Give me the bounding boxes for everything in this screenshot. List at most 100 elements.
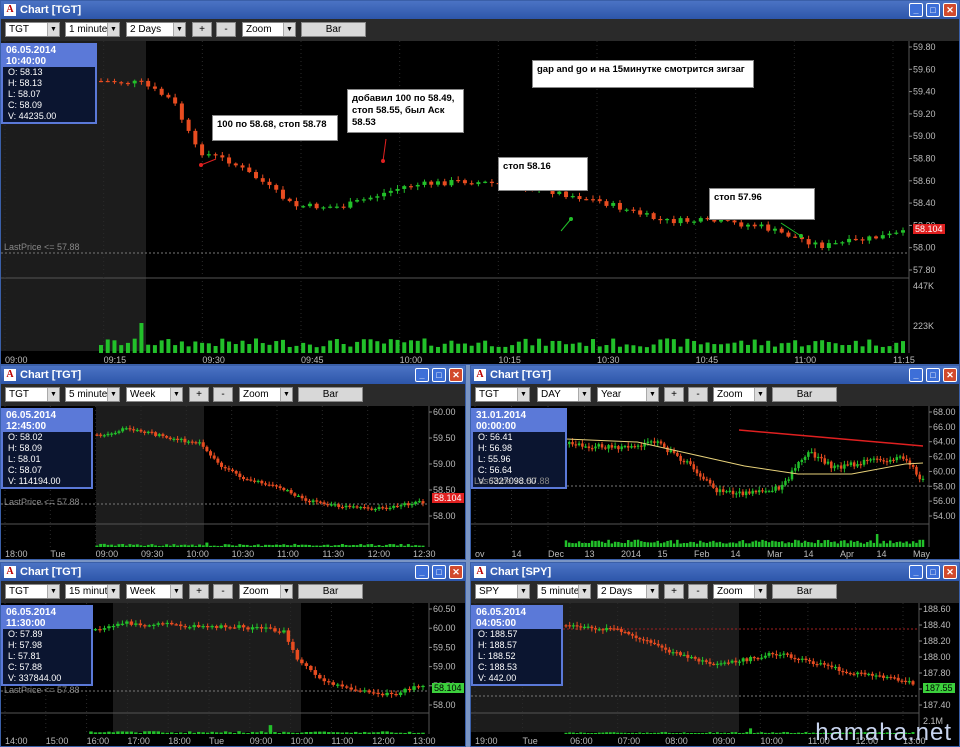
candle xyxy=(183,438,187,443)
window-titlebar[interactable]: A Chart [SPY] _ □ ✕ xyxy=(471,563,959,581)
window-titlebar[interactable]: A Chart [TGT] _ □ ✕ xyxy=(1,1,959,19)
interval-select[interactable]: 5 minutes ▼ xyxy=(65,387,120,402)
window-titlebar[interactable]: A Chart [TGT] _ □ ✕ xyxy=(471,366,959,384)
candle xyxy=(760,657,764,659)
candle xyxy=(822,663,826,665)
symbol-select[interactable]: TGT ▼ xyxy=(475,387,530,402)
interval-select[interactable]: 1 minute ▼ xyxy=(65,22,120,37)
zoom-in-button[interactable]: + xyxy=(189,584,209,599)
symbol-select[interactable]: TGT ▼ xyxy=(5,387,60,402)
zoom-out-button[interactable]: - xyxy=(213,584,233,599)
zoom-in-button[interactable]: + xyxy=(192,22,212,37)
maximize-icon[interactable]: □ xyxy=(926,565,940,579)
candle xyxy=(271,484,275,486)
zoom-select[interactable]: Zoom ▼ xyxy=(242,22,296,37)
last-price-label: LastPrice <= 57.88 xyxy=(4,242,80,252)
candle xyxy=(307,203,312,207)
maximize-icon[interactable]: □ xyxy=(432,368,446,382)
candle xyxy=(686,654,690,658)
zoom-select[interactable]: Zoom ▼ xyxy=(713,584,767,599)
chart-style-button[interactable]: Bar xyxy=(772,584,837,599)
candle xyxy=(882,460,885,462)
chart-style-button[interactable]: Bar xyxy=(298,584,363,599)
candle xyxy=(574,444,578,446)
volume-bar xyxy=(268,725,273,734)
close-icon[interactable]: ✕ xyxy=(943,565,957,579)
interval-select[interactable]: DAY ▼ xyxy=(537,387,591,402)
zoom-select[interactable]: Zoom ▼ xyxy=(713,387,767,402)
close-icon[interactable]: ✕ xyxy=(449,368,463,382)
candle xyxy=(678,218,683,224)
candle xyxy=(675,652,679,654)
minimize-icon[interactable]: _ xyxy=(909,3,923,17)
candle xyxy=(205,626,210,628)
range-select[interactable]: Year ▼ xyxy=(597,387,659,402)
range-select[interactable]: Week ▼ xyxy=(126,584,183,599)
chart-style-button[interactable]: Bar xyxy=(772,387,837,402)
volume-bar xyxy=(679,543,682,547)
candle xyxy=(349,687,353,690)
zoom-out-button[interactable]: - xyxy=(688,387,708,402)
volume-bar xyxy=(429,345,434,353)
range-select[interactable]: Week ▼ xyxy=(126,387,183,402)
volume-bar xyxy=(121,543,125,547)
candle xyxy=(638,210,643,215)
zoom-select[interactable]: Zoom ▼ xyxy=(239,584,293,599)
minimize-icon[interactable]: _ xyxy=(909,565,923,579)
range-select[interactable]: 2 Days ▼ xyxy=(126,22,186,37)
zoom-in-button[interactable]: + xyxy=(664,387,684,402)
candle xyxy=(833,465,836,469)
volume-bar xyxy=(633,539,637,547)
zoom-out-button[interactable]: - xyxy=(213,387,233,402)
y-tick-label: 58.00 xyxy=(433,700,456,710)
symbol-select[interactable]: TGT ▼ xyxy=(5,584,60,599)
maximize-icon[interactable]: □ xyxy=(926,368,940,382)
x-tick-label: 12:00 xyxy=(372,736,395,746)
candle xyxy=(804,658,808,661)
volume-bar xyxy=(150,544,154,547)
candle xyxy=(826,243,831,248)
volume-bar xyxy=(111,732,116,734)
price-chart[interactable]: 59.80 59.60 59.40 59.20 59.00 58.80 58.60 58.40… xyxy=(1,41,959,365)
y-tick-label: 58.00 xyxy=(933,481,956,491)
candle xyxy=(594,628,598,630)
candle xyxy=(617,446,620,450)
minimize-icon[interactable]: _ xyxy=(415,565,429,579)
volume-bar xyxy=(344,544,348,547)
candle xyxy=(384,507,388,509)
volume-bar xyxy=(435,346,440,353)
volume-bar xyxy=(800,733,804,734)
zoom-out-button[interactable]: - xyxy=(216,22,236,37)
zoom-select[interactable]: Zoom ▼ xyxy=(239,387,293,402)
volume-bar xyxy=(820,340,825,353)
volume-bar xyxy=(631,345,636,353)
window-titlebar[interactable]: A Chart [TGT] _ □ ✕ xyxy=(1,366,465,384)
zoom-out-button[interactable]: - xyxy=(688,584,708,599)
zoom-in-button[interactable]: + xyxy=(189,387,209,402)
candle xyxy=(893,677,897,679)
range-select[interactable]: 2 Days ▼ xyxy=(597,584,659,599)
close-icon[interactable]: ✕ xyxy=(943,3,957,17)
candle xyxy=(296,495,300,497)
interval-select[interactable]: 5 minutes ▼ xyxy=(537,584,591,599)
minimize-icon[interactable]: _ xyxy=(909,368,923,382)
symbol-select[interactable]: TGT ▼ xyxy=(5,22,60,37)
volume-bar xyxy=(911,541,915,547)
symbol-select[interactable]: SPY ▼ xyxy=(475,584,530,599)
minimize-icon[interactable]: _ xyxy=(415,368,429,382)
zoom-in-button[interactable]: + xyxy=(664,584,684,599)
close-icon[interactable]: ✕ xyxy=(943,368,957,382)
volume-bar xyxy=(166,339,171,353)
chart-style-button[interactable]: Bar xyxy=(301,22,366,37)
chart-style-button[interactable]: Bar xyxy=(298,387,363,402)
candle xyxy=(619,629,623,632)
close-icon[interactable]: ✕ xyxy=(449,565,463,579)
interval-select[interactable]: 15 minutes ▼ xyxy=(65,584,120,599)
candle xyxy=(793,236,798,238)
candle xyxy=(741,491,745,496)
candle xyxy=(577,443,581,446)
volume-bar xyxy=(99,345,103,353)
maximize-icon[interactable]: □ xyxy=(432,565,446,579)
window-titlebar[interactable]: A Chart [TGT] _ □ ✕ xyxy=(1,563,465,581)
maximize-icon[interactable]: □ xyxy=(926,3,940,17)
